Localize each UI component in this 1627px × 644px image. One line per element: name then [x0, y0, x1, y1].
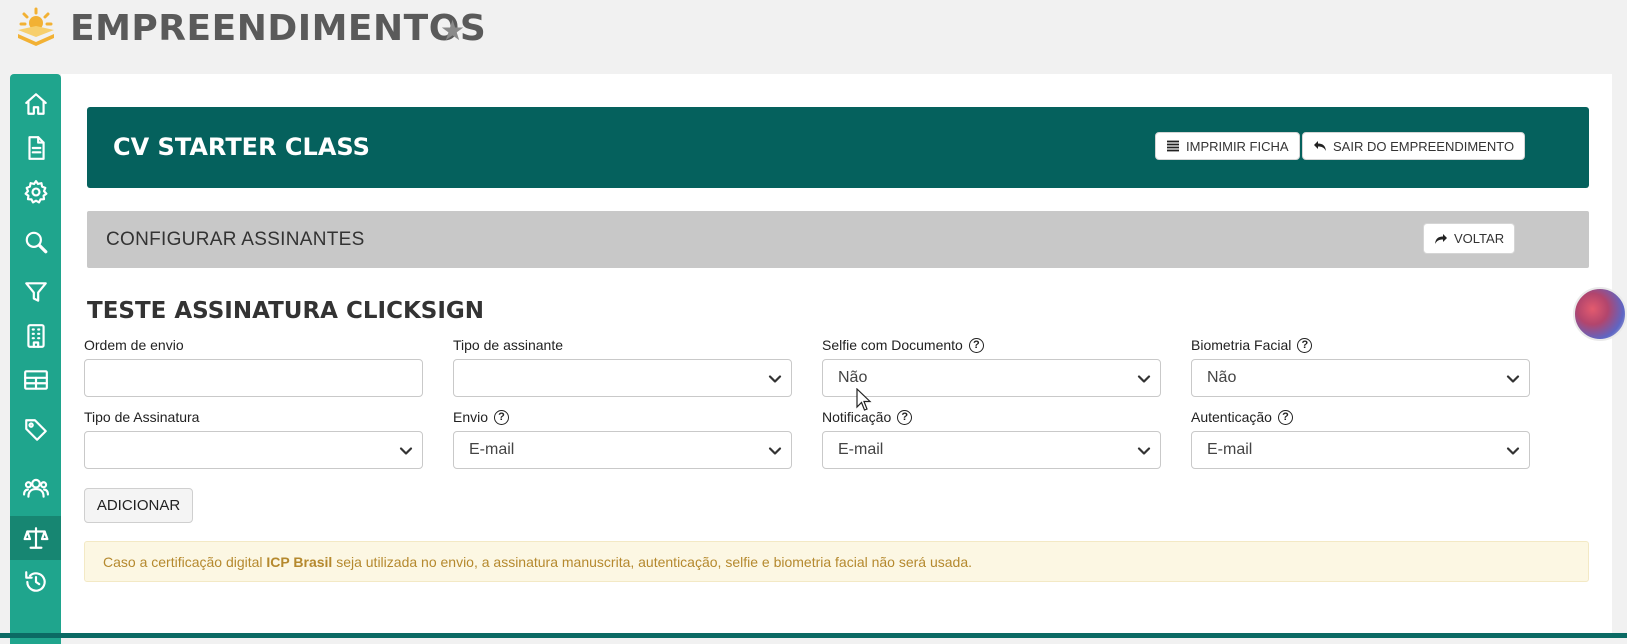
help-icon[interactable]: ? — [968, 337, 984, 353]
sidebar-item-documents[interactable] — [10, 126, 61, 170]
tipo-assinante-label: Tipo de assinante — [453, 337, 563, 353]
tag-icon — [24, 419, 47, 441]
scale-icon — [23, 527, 48, 549]
tipo-assinatura-select[interactable] — [84, 431, 423, 469]
notice-text-bold: ICP Brasil — [266, 553, 333, 570]
exit-project-button[interactable]: SAIR DO EMPREENDIMENTO — [1302, 132, 1526, 160]
envio-select[interactable]: E-mail — [453, 431, 792, 469]
project-title: CV STARTER CLASS — [113, 133, 370, 161]
history-icon — [24, 571, 46, 592]
help-icon[interactable]: ? — [1277, 409, 1293, 425]
reply-icon — [1314, 141, 1326, 151]
project-banner: CV STARTER CLASS IMPRIMIR FICHA SAIR DO … — [87, 107, 1589, 188]
exit-project-label: SAIR DO EMPREENDIMENTO — [1333, 138, 1515, 154]
print-sheet-label: IMPRIMIR FICHA — [1186, 138, 1289, 154]
chevron-down-icon — [1137, 447, 1151, 455]
list-icon — [1167, 140, 1179, 152]
logo-icon — [18, 7, 54, 46]
chevron-down-icon — [768, 375, 782, 383]
filter-icon — [24, 282, 47, 302]
search-icon — [25, 231, 47, 254]
tipo-assinante-select[interactable] — [453, 359, 792, 397]
chevron-down-icon — [1506, 375, 1520, 383]
section-title: CONFIGURAR ASSINANTES — [106, 229, 365, 250]
autenticacao-value: E-mail — [1207, 441, 1253, 458]
tipo-assinatura-label: Tipo de Assinatura — [84, 409, 199, 425]
notice-text-before: Caso a certificação digital — [103, 553, 267, 570]
page-title: EMPREENDIMENTOS — [70, 8, 487, 49]
notificacao-select[interactable]: E-mail — [822, 431, 1161, 469]
sidebar-item-filter[interactable] — [10, 270, 61, 314]
add-signer-button[interactable]: ADICIONAR — [84, 488, 193, 523]
biometria-facial-select[interactable]: Não — [1191, 359, 1530, 397]
print-sheet-button[interactable]: IMPRIMIR FICHA — [1155, 132, 1300, 160]
main-content: CV STARTER CLASS IMPRIMIR FICHA SAIR DO … — [61, 74, 1612, 638]
notificacao-value: E-mail — [838, 441, 884, 458]
add-signer-label: ADICIONAR — [96, 497, 181, 514]
sidebar-item-users[interactable] — [10, 466, 61, 510]
top-header: EMPREENDIMENTOS ★ — [0, 0, 1627, 70]
help-icon[interactable]: ? — [494, 409, 510, 425]
sidebar-item-tables[interactable] — [10, 358, 61, 402]
mouse-cursor-icon — [856, 388, 872, 411]
home-icon — [24, 93, 47, 115]
sidebar-item-home[interactable] — [10, 82, 61, 126]
section-header: CONFIGURAR ASSINANTES VOLTAR — [87, 211, 1589, 268]
help-icon[interactable]: ? — [897, 409, 913, 425]
selfie-documento-label: Selfie com Documento? — [822, 337, 984, 353]
favorite-star-icon[interactable]: ★ — [440, 14, 465, 47]
form-title: TESTE ASSINATURA CLICKSIGN — [87, 298, 485, 324]
users-icon — [22, 478, 49, 498]
document-icon — [27, 136, 45, 160]
tipo-assinatura-label-text: Tipo de Assinatura — [84, 409, 200, 425]
sidebar — [10, 74, 61, 644]
biometria-facial-label: Biometria Facial? — [1191, 337, 1313, 353]
share-arrow-icon — [1435, 233, 1447, 244]
ordem-envio-label-text: Ordem de envio — [84, 337, 184, 353]
selfie-documento-select[interactable]: Não — [822, 359, 1161, 397]
bottom-strip — [0, 633, 1627, 638]
biometria-facial-label-text: Biometria Facial — [1191, 337, 1292, 353]
chevron-down-icon — [768, 447, 782, 455]
autenticacao-select[interactable]: E-mail — [1191, 431, 1530, 469]
autenticacao-label: Autenticação? — [1191, 409, 1293, 425]
gear-icon — [24, 180, 47, 204]
building-icon — [26, 324, 45, 348]
icp-notice-alert: Caso a certificação digital ICP Brasil s… — [84, 541, 1589, 582]
sidebar-item-tags[interactable] — [10, 408, 61, 452]
back-button[interactable]: VOLTAR — [1423, 223, 1516, 254]
chevron-down-icon — [399, 447, 413, 455]
tipo-assinante-label-text: Tipo de assinante — [453, 337, 563, 353]
table-icon — [23, 370, 48, 390]
sidebar-item-buildings[interactable] — [10, 314, 61, 358]
notice-text-after: seja utilizada no envio, a assinatura ma… — [332, 553, 973, 570]
selfie-documento-value: Não — [838, 369, 868, 386]
sidebar-item-search[interactable] — [10, 220, 61, 264]
envio-label-text: Envio — [453, 409, 489, 425]
ordem-envio-label: Ordem de envio — [84, 337, 184, 353]
chevron-down-icon — [1137, 375, 1151, 383]
autenticacao-label-text: Autenticação — [1191, 409, 1272, 425]
back-label: VOLTAR — [1454, 231, 1505, 246]
sidebar-item-settings[interactable] — [10, 170, 61, 214]
sidebar-item-history[interactable] — [10, 560, 61, 604]
chevron-down-icon — [1506, 447, 1520, 455]
ordem-envio-input[interactable] — [84, 359, 423, 397]
sidebar-item-legal[interactable] — [10, 516, 61, 560]
selfie-documento-label-text: Selfie com Documento — [822, 337, 963, 353]
envio-value: E-mail — [469, 441, 515, 458]
envio-label: Envio? — [453, 409, 510, 425]
floating-assistant-avatar[interactable] — [1573, 287, 1627, 341]
help-icon[interactable]: ? — [1297, 337, 1313, 353]
biometria-facial-value: Não — [1207, 369, 1237, 386]
